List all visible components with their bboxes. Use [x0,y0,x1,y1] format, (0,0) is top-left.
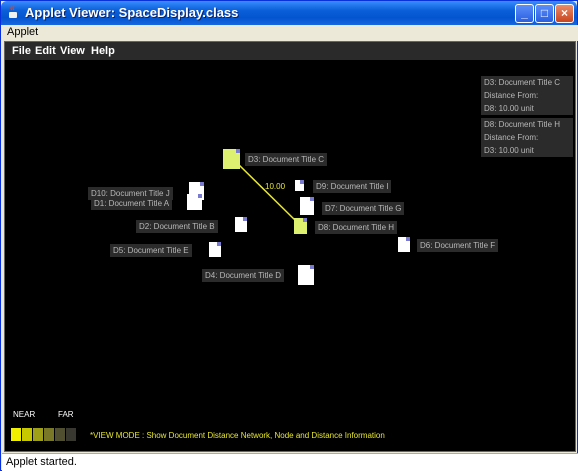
space-display-canvas[interactable]: File Edit View Help 10.00 D3: Document T… [4,41,576,452]
info-title: D8: Document Title H [484,120,561,129]
edge-distance-label: 10.00 [265,182,286,191]
document-node-d7[interactable] [300,197,314,215]
document-node-d8[interactable] [294,218,307,234]
info-panel-d3: D3: Document Title C Distance From: D8: … [481,76,573,115]
info-label: Distance From: [484,91,539,100]
window-title: Applet Viewer: SpaceDisplay.class [25,5,239,20]
doc-label-d9: D9: Document Title I [313,180,392,193]
doc-label-d4: D4: Document Title D [202,269,285,282]
document-node-d6[interactable] [398,237,410,252]
applet-menu-bar: Applet [2,25,578,41]
legend-swatch [22,428,32,441]
title-bar[interactable]: Applet Viewer: SpaceDisplay.class _ □ × [1,1,577,25]
legend-far-label: FAR [58,410,74,419]
close-button[interactable]: × [555,4,574,23]
java-cup-icon [9,5,17,18]
minimize-button[interactable]: _ [515,4,534,23]
document-node-d1[interactable] [187,194,202,210]
doc-label-d7: D7: Document Title G [322,202,405,215]
info-label: Distance From: [484,133,539,142]
legend-swatch [55,428,65,441]
info-panel-d8: D8: Document Title H Distance From: D3: … [481,118,573,157]
doc-label-d5: D5: Document Title E [110,244,192,257]
menu-applet[interactable]: Applet [7,26,38,38]
document-node-d9[interactable] [295,180,304,191]
view-mode-text: *VIEW MODE : Show Document Distance Netw… [90,431,385,440]
doc-label-d2: D2: Document Title B [136,220,218,233]
document-node-d3[interactable] [223,149,240,169]
legend-swatch [66,428,76,441]
doc-label-d1: D1: Document Title A [91,197,173,210]
status-bar: Applet started. [2,453,578,471]
doc-label-d8: D8: Document Title H [315,221,398,234]
document-node-d5[interactable] [209,242,221,257]
document-node-d4[interactable] [298,265,314,285]
info-value: D3: 10.00 unit [484,146,534,155]
document-node-d2[interactable] [235,217,247,232]
applet-window: Applet Viewer: SpaceDisplay.class _ □ × … [0,0,578,471]
doc-label-d3: D3: Document Title C [245,153,328,166]
legend-swatch [33,428,43,441]
info-title: D3: Document Title C [484,78,561,87]
doc-label-d6: D6: Document Title F [417,239,499,252]
status-text: Applet started. [6,456,77,468]
maximize-button[interactable]: □ [535,4,554,23]
legend-near-label: NEAR [13,410,36,419]
legend-swatch [11,428,21,441]
info-value: D8: 10.00 unit [484,104,534,113]
legend-swatch [44,428,54,441]
